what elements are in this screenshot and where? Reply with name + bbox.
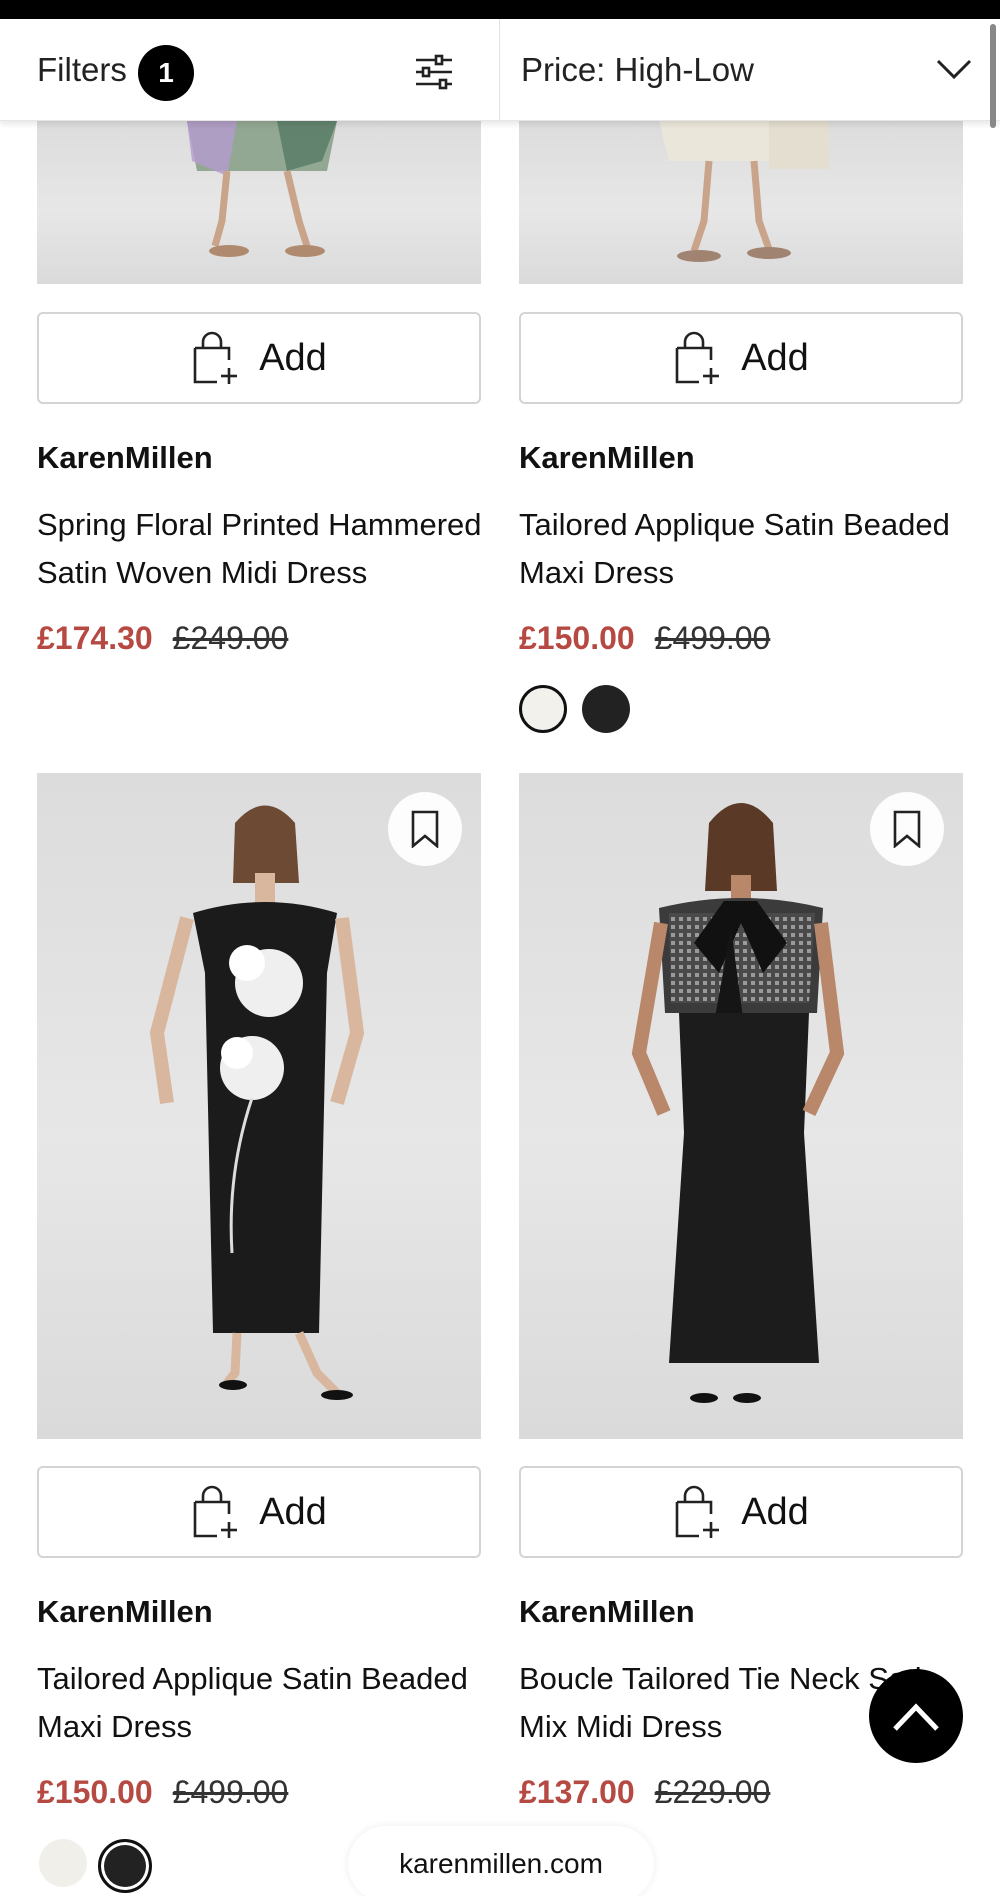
original-price: £229.00 (654, 1774, 771, 1810)
color-swatch[interactable] (519, 685, 567, 733)
bag-plus-icon (675, 331, 720, 384)
product-price: £174.30 £249.00 (37, 620, 288, 657)
sale-price: £150.00 (519, 620, 635, 656)
product-brand[interactable]: KarenMillen (37, 440, 213, 476)
product-brand[interactable]: KarenMillen (37, 1594, 213, 1630)
product-image[interactable] (519, 773, 963, 1439)
product-image[interactable] (519, 121, 963, 284)
add-label: Add (259, 336, 327, 379)
filter-sort-bar: Filters 1 Price: High-Low (0, 19, 1000, 121)
bag-plus-icon (193, 1485, 238, 1538)
filters-count-badge: 1 (138, 45, 194, 101)
add-label: Add (259, 1490, 327, 1533)
filters-label: Filters (37, 51, 127, 88)
product-price: £137.00 £229.00 (519, 1774, 770, 1811)
scrollbar[interactable] (990, 24, 996, 128)
product-brand[interactable]: KarenMillen (519, 1594, 695, 1630)
color-swatch[interactable] (98, 1839, 152, 1893)
add-label: Add (741, 1490, 809, 1533)
product-image[interactable] (37, 121, 481, 284)
original-price: £499.00 (654, 620, 771, 656)
add-to-bag-button[interactable]: Add (37, 312, 481, 404)
wishlist-button[interactable] (388, 792, 462, 866)
filters-button[interactable]: Filters 1 (0, 19, 500, 120)
url-pill[interactable]: karenmillen.com (348, 1826, 654, 1896)
color-swatch[interactable] (39, 1839, 87, 1887)
add-label: Add (741, 336, 809, 379)
bag-plus-icon (193, 331, 238, 384)
status-bar (0, 0, 1000, 19)
add-to-bag-button[interactable]: Add (37, 1466, 481, 1558)
chevron-up-icon (893, 1703, 939, 1731)
product-price: £150.00 £499.00 (37, 1774, 288, 1811)
sale-price: £174.30 (37, 620, 153, 656)
sort-label: Price: High-Low (521, 51, 754, 88)
sliders-icon (416, 54, 452, 90)
wishlist-button[interactable] (870, 792, 944, 866)
original-price: £249.00 (172, 620, 289, 656)
product-name[interactable]: Tailored Applique Satin Beaded Maxi Dres… (37, 1655, 483, 1751)
add-to-bag-button[interactable]: Add (519, 1466, 963, 1558)
product-name[interactable]: Tailored Applique Satin Beaded Maxi Dres… (519, 501, 965, 597)
sale-price: £137.00 (519, 1774, 635, 1810)
original-price: £499.00 (172, 1774, 289, 1810)
bookmark-icon (411, 810, 439, 848)
bag-plus-icon (675, 1485, 720, 1538)
product-brand[interactable]: KarenMillen (519, 440, 695, 476)
product-name[interactable]: Spring Floral Printed Hammered Satin Wov… (37, 501, 483, 597)
product-price: £150.00 £499.00 (519, 620, 770, 657)
add-to-bag-button[interactable]: Add (519, 312, 963, 404)
bookmark-icon (893, 810, 921, 848)
sort-dropdown[interactable]: Price: High-Low (500, 19, 1000, 120)
domain-label: karenmillen.com (399, 1848, 603, 1879)
sale-price: £150.00 (37, 1774, 153, 1810)
back-to-top-button[interactable] (869, 1669, 963, 1763)
chevron-down-icon (936, 59, 972, 80)
product-image[interactable] (37, 773, 481, 1439)
color-swatch[interactable] (582, 685, 630, 733)
